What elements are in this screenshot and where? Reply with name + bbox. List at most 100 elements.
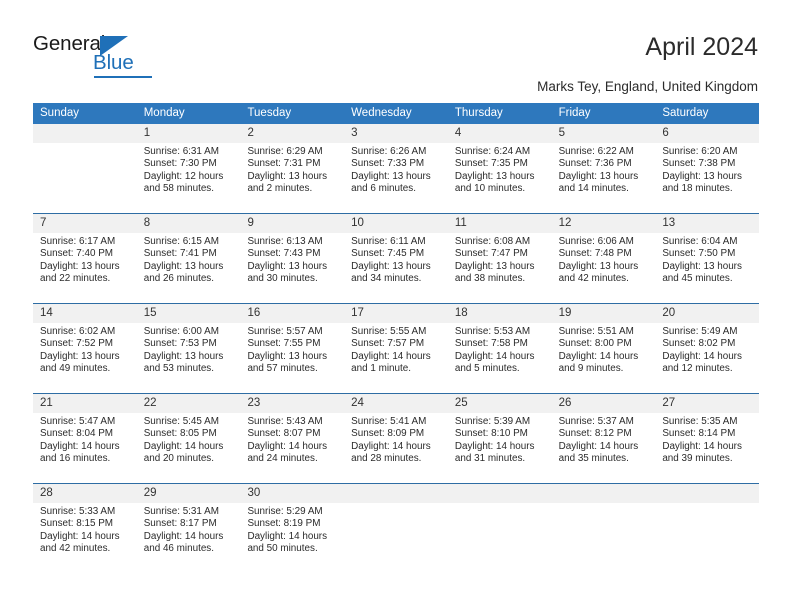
day-sun-info: Sunrise: 6:20 AM Sunset: 7:38 PM Daylight:… xyxy=(655,143,759,195)
day-cell[interactable]: 13 Sunrise: 6:04 AM Sunset: 7:50 PM Dayligh… xyxy=(655,214,760,303)
page-header: General Blue April 2024 Marks Tey, Engla… xyxy=(0,0,792,96)
day-number: 21 xyxy=(40,397,53,409)
day-cell[interactable]: 15 Sunrise: 6:00 AM Sunset: 7:53 PM Dayligh… xyxy=(136,304,241,393)
day-cell[interactable]: 12 Sunrise: 6:06 AM Sunset: 7:48 PM Dayligh… xyxy=(551,214,656,303)
day-cell[interactable]: 22 Sunrise: 5:45 AM Sunset: 8:05 PM Dayligh… xyxy=(136,394,241,483)
day-cell[interactable]: 19 Sunrise: 5:51 AM Sunset: 8:00 PM Dayligh… xyxy=(551,304,656,393)
sunset-time: Sunset: 7:52 PM xyxy=(40,338,114,350)
sunset-time: Sunset: 7:33 PM xyxy=(351,158,425,170)
day-cell[interactable]: 18 Sunrise: 5:53 AM Sunset: 7:58 PM Dayligh… xyxy=(447,304,552,393)
day-cell[interactable]: 16 Sunrise: 5:57 AM Sunset: 7:55 PM Dayligh… xyxy=(240,304,345,393)
day-cell[interactable]: 9 Sunrise: 6:13 AM Sunset: 7:43 PM Daylight… xyxy=(240,214,345,303)
day-sun-info: Sunrise: 5:51 AM Sunset: 8:00 PM Daylight:… xyxy=(552,323,656,375)
calendar-weeks: 1 Sunrise: 6:31 AM Sunset: 7:30 PM Daylight… xyxy=(33,124,760,573)
day-cell[interactable]: 29 Sunrise: 5:31 AM Sunset: 8:17 PM Dayligh… xyxy=(136,484,241,573)
day-sun-info: Sunrise: 5:37 AM Sunset: 8:12 PM Daylight:… xyxy=(552,413,656,465)
sunset-time: Sunset: 8:07 PM xyxy=(247,428,321,440)
day-number-band: 7 xyxy=(33,214,137,233)
day-number-band: 27 xyxy=(655,394,760,413)
day-cell[interactable]: 7 Sunrise: 6:17 AM Sunset: 7:40 PM Daylight… xyxy=(33,214,137,303)
daylight-duration-line1: Daylight: 14 hours xyxy=(662,440,742,452)
sunset-time: Sunset: 8:19 PM xyxy=(247,518,321,530)
day-sun-info: Sunrise: 6:24 AM Sunset: 7:35 PM Daylight:… xyxy=(448,143,552,195)
day-cell[interactable]: 21 Sunrise: 5:47 AM Sunset: 8:04 PM Dayligh… xyxy=(33,394,137,483)
sunrise-time: Sunrise: 6:20 AM xyxy=(662,146,738,157)
day-cell[interactable]: 5 Sunrise: 6:22 AM Sunset: 7:36 PM Daylight… xyxy=(551,124,656,213)
sunset-time: Sunset: 8:09 PM xyxy=(351,428,425,440)
general-blue-logo[interactable]: General Blue xyxy=(33,32,163,80)
day-sun-info: Sunrise: 6:15 AM Sunset: 7:41 PM Daylight:… xyxy=(137,233,241,285)
sunset-time: Sunset: 7:41 PM xyxy=(143,248,217,260)
day-cell[interactable]: 2 Sunrise: 6:29 AM Sunset: 7:31 PM Daylight… xyxy=(240,124,345,213)
calendar-grid: Sunday Monday Tuesday Wednesday Thursday… xyxy=(33,103,760,573)
daylight-duration-line1: Daylight: 12 hours xyxy=(143,170,224,182)
day-sun-info: Sunrise: 5:35 AM Sunset: 8:14 PM Daylight:… xyxy=(655,413,759,465)
daylight-duration-line1: Daylight: 13 hours xyxy=(247,170,328,182)
day-sun-info: Sunrise: 6:00 AM Sunset: 7:53 PM Daylight:… xyxy=(137,323,241,375)
day-sun-info: Sunrise: 5:57 AM Sunset: 7:55 PM Daylight:… xyxy=(240,323,344,375)
sunset-time: Sunset: 7:57 PM xyxy=(351,338,425,350)
day-cell[interactable]: 17 Sunrise: 5:55 AM Sunset: 7:57 PM Dayligh… xyxy=(344,304,448,393)
sunset-time: Sunset: 8:10 PM xyxy=(454,428,528,440)
day-cell[interactable]: 27 Sunrise: 5:35 AM Sunset: 8:14 PM Dayligh… xyxy=(655,394,760,483)
day-number-band: 9 xyxy=(240,214,345,233)
day-cell[interactable]: 10 Sunrise: 6:11 AM Sunset: 7:45 PM Dayligh… xyxy=(344,214,448,303)
sunrise-time: Sunrise: 6:11 AM xyxy=(351,236,426,247)
day-number-band: 29 xyxy=(136,484,241,503)
sunrise-time: Sunrise: 5:41 AM xyxy=(351,416,427,427)
day-number: 8 xyxy=(143,217,151,229)
day-sun-info: Sunrise: 6:02 AM Sunset: 7:52 PM Daylight:… xyxy=(33,323,137,375)
day-number: 20 xyxy=(662,307,676,319)
sunset-time: Sunset: 7:45 PM xyxy=(351,248,425,260)
daylight-duration-line2: and 38 minutes. xyxy=(454,272,526,284)
sunrise-time: Sunrise: 6:31 AM xyxy=(143,146,219,157)
sunrise-time: Sunrise: 6:02 AM xyxy=(40,326,116,337)
day-cell[interactable]: 24 Sunrise: 5:41 AM Sunset: 8:09 PM Dayligh… xyxy=(344,394,448,483)
daylight-duration-line2: and 31 minutes. xyxy=(454,452,526,464)
day-cell[interactable]: 8 Sunrise: 6:15 AM Sunset: 7:41 PM Daylight… xyxy=(136,214,241,303)
day-number: 18 xyxy=(454,307,468,319)
sunrise-time: Sunrise: 5:49 AM xyxy=(662,326,738,337)
week-cells: 14 Sunrise: 6:02 AM Sunset: 7:52 PM Dayligh… xyxy=(33,304,760,393)
day-number-band: 14 xyxy=(33,304,137,323)
calendar-week-row: 1 Sunrise: 6:31 AM Sunset: 7:30 PM Daylight… xyxy=(33,124,760,213)
day-cell[interactable]: 23 Sunrise: 5:43 AM Sunset: 8:07 PM Dayligh… xyxy=(240,394,345,483)
day-sun-info: Sunrise: 6:26 AM Sunset: 7:33 PM Daylight:… xyxy=(344,143,448,195)
day-cell-empty xyxy=(344,484,448,573)
day-number-band: 5 xyxy=(551,124,656,143)
sunrise-time: Sunrise: 5:33 AM xyxy=(40,506,116,517)
day-sun-info xyxy=(33,143,137,146)
day-cell[interactable]: 25 Sunrise: 5:39 AM Sunset: 8:10 PM Dayligh… xyxy=(447,394,552,483)
sunrise-time: Sunrise: 6:29 AM xyxy=(247,146,323,157)
daylight-duration-line2: and 2 minutes. xyxy=(247,182,313,194)
day-number: 16 xyxy=(247,307,261,319)
day-cell[interactable]: 1 Sunrise: 6:31 AM Sunset: 7:30 PM Daylight… xyxy=(136,124,241,213)
day-cell[interactable]: 6 Sunrise: 6:20 AM Sunset: 7:38 PM Daylight… xyxy=(655,124,760,213)
sunset-time: Sunset: 7:55 PM xyxy=(247,338,321,350)
daylight-duration-line2: and 39 minutes. xyxy=(662,452,733,464)
daylight-duration-line1: Daylight: 14 hours xyxy=(558,440,639,452)
daylight-duration-line2: and 14 minutes. xyxy=(558,182,629,194)
day-cell[interactable]: 3 Sunrise: 6:26 AM Sunset: 7:33 PM Daylight… xyxy=(344,124,448,213)
day-number: 3 xyxy=(351,127,358,139)
day-sun-info: Sunrise: 6:22 AM Sunset: 7:36 PM Daylight:… xyxy=(552,143,656,195)
day-cell[interactable]: 4 Sunrise: 6:24 AM Sunset: 7:35 PM Daylight… xyxy=(447,124,552,213)
day-sun-info: Sunrise: 6:11 AM Sunset: 7:45 PM Daylight:… xyxy=(344,233,448,285)
day-cell[interactable]: 28 Sunrise: 5:33 AM Sunset: 8:15 PM Dayligh… xyxy=(33,484,137,573)
sunset-time: Sunset: 7:48 PM xyxy=(558,248,632,260)
daylight-duration-line1: Daylight: 13 hours xyxy=(558,170,639,182)
day-number-band: 2 xyxy=(240,124,345,143)
day-number-band: 30 xyxy=(240,484,345,503)
day-number: 14 xyxy=(40,307,53,319)
day-sun-info xyxy=(448,503,552,506)
day-cell[interactable]: 20 Sunrise: 5:49 AM Sunset: 8:02 PM Dayligh… xyxy=(655,304,760,393)
day-cell[interactable]: 11 Sunrise: 6:08 AM Sunset: 7:47 PM Dayligh… xyxy=(447,214,552,303)
day-cell[interactable]: 26 Sunrise: 5:37 AM Sunset: 8:12 PM Dayligh… xyxy=(551,394,656,483)
day-cell[interactable]: 14 Sunrise: 6:02 AM Sunset: 7:52 PM Dayligh… xyxy=(33,304,137,393)
day-number-band: 22 xyxy=(136,394,241,413)
day-sun-info: Sunrise: 5:29 AM Sunset: 8:19 PM Daylight:… xyxy=(240,503,344,555)
day-number-band: 6 xyxy=(655,124,760,143)
day-cell[interactable]: 30 Sunrise: 5:29 AM Sunset: 8:19 PM Dayligh… xyxy=(240,484,345,573)
day-number: 10 xyxy=(351,217,364,229)
daylight-duration-line2: and 34 minutes. xyxy=(351,272,422,284)
